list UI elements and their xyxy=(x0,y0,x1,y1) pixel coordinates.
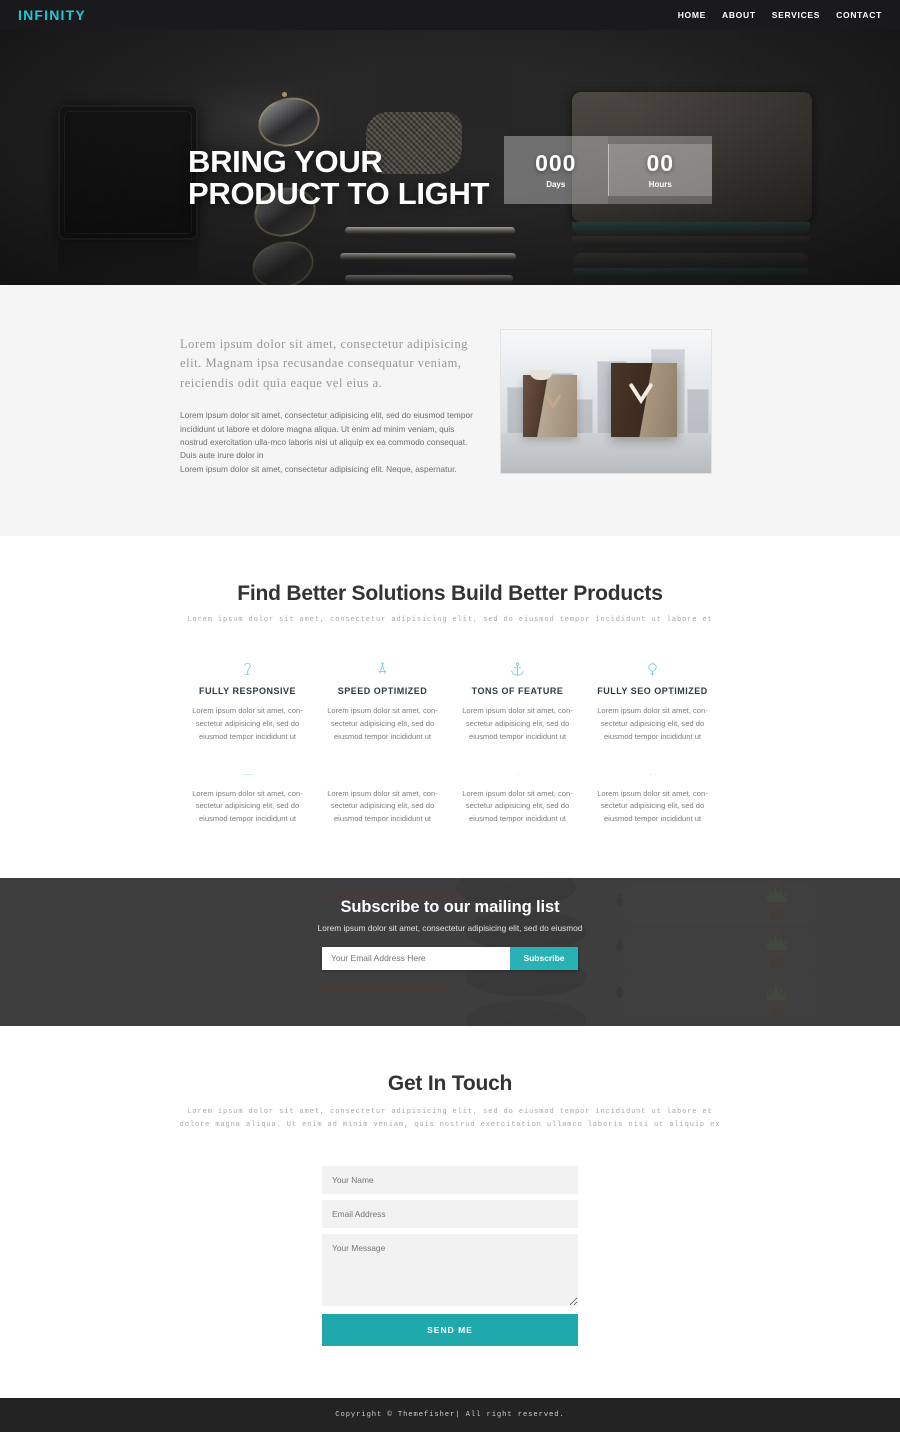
main-nav: HOME ABOUT SERVICES CONTACT xyxy=(678,10,882,20)
subscribe-form: Subscribe xyxy=(322,946,578,970)
countdown-days: 000 Days xyxy=(504,136,608,204)
hero-content: BRING YOUR PRODUCT TO LIGHT 000 Days 00 … xyxy=(0,0,900,285)
about-paragraph-1: Lorem ipsum dolor sit amet, consectetur … xyxy=(180,410,473,461)
about-image-column xyxy=(500,329,712,476)
contact-section: Get In Touch Lorem ipsum dolor sit amet,… xyxy=(0,1025,900,1399)
contact-title: Get In Touch xyxy=(387,1071,513,1095)
anchor-icon xyxy=(456,658,579,680)
subscribe-content: Subscribe to our mailing list Lorem ipsu… xyxy=(0,878,900,970)
nav-item-about[interactable]: ABOUT xyxy=(722,10,756,20)
feature-card-row2-4[interactable]: Lorem ipsum dolor sit amet, con-sectetur… xyxy=(585,770,720,826)
feature-card-fully-seo-optimized[interactable]: FULLY SEO OPTIMIZED Lorem ipsum dolor si… xyxy=(585,658,720,743)
about-wrapper: Lorem ipsum dolor sit amet, consectetur … xyxy=(180,329,720,476)
feature-card-row2-1[interactable]: Lorem ipsum dolor sit amet, con-sectetur… xyxy=(180,770,315,826)
partial-icon-1 xyxy=(186,770,309,780)
compass-tool-icon xyxy=(321,658,444,680)
partial-icon-3 xyxy=(456,770,579,780)
feature-card-speed-optimized[interactable]: SPEED OPTIMIZED Lorem ipsum dolor sit am… xyxy=(315,658,450,743)
feature-text: Lorem ipsum dolor sit amet, con-sectetur… xyxy=(462,788,573,824)
feature-text: Lorem ipsum dolor sit amet, con-sectetur… xyxy=(192,788,303,824)
features-subtitle: Lorem ipsum dolor sit amet, consectetur … xyxy=(187,616,713,625)
image-wood-box-right xyxy=(611,363,677,437)
about-text-column: Lorem ipsum dolor sit amet, consectetur … xyxy=(180,329,480,476)
countdown-hours-value: 00 xyxy=(646,149,675,176)
subscribe-button[interactable]: Subscribe xyxy=(510,946,578,970)
contact-email-input[interactable] xyxy=(322,1200,578,1229)
contact-name-input[interactable] xyxy=(322,1166,578,1195)
feature-text: Lorem ipsum dolor sit amet, con-sectetur… xyxy=(327,788,438,824)
countdown-hours-label: Hours xyxy=(648,179,672,189)
features-grid: FULLY RESPONSIVE Lorem ipsum dolor sit a… xyxy=(180,658,720,826)
hero-title-line-1: BRING YOUR xyxy=(188,144,383,179)
about-body-text: Lorem ipsum dolor sit amet, consectetur … xyxy=(180,409,480,476)
feature-text: Lorem ipsum dolor sit amet, con-sectetur… xyxy=(597,788,708,824)
feature-card-fully-responsive[interactable]: FULLY RESPONSIVE Lorem ipsum dolor sit a… xyxy=(180,658,315,743)
nav-item-services[interactable]: SERVICES xyxy=(772,10,820,20)
subscribe-section: Subscribe to our mailing list Lorem ipsu… xyxy=(0,877,900,1026)
partial-icon-2 xyxy=(321,770,444,780)
magnifier-icon xyxy=(591,658,714,680)
countdown-days-value: 000 xyxy=(535,149,577,176)
countdown-timer: 000 Days 00 Hours xyxy=(504,136,712,204)
chevron-mark-icon xyxy=(627,381,655,407)
contact-form: SEND ME xyxy=(322,1166,578,1347)
copyright-text: Copyright © Themefisher| All right reser… xyxy=(335,1411,565,1420)
hero-title-line-2: PRODUCT TO LIGHT xyxy=(188,176,490,212)
hero-title: BRING YOUR PRODUCT TO LIGHT xyxy=(188,144,490,212)
contact-message-textarea[interactable] xyxy=(322,1234,578,1307)
about-paragraph-2: Lorem ipsum dolor sit amet, consectetur … xyxy=(180,463,457,474)
contact-subtitle: Lorem ipsum dolor sit amet, consectetur … xyxy=(179,1107,721,1130)
feature-title: FULLY SEO OPTIMIZED xyxy=(597,686,708,697)
image-table-surface xyxy=(501,433,711,473)
features-title: Find Better Solutions Build Better Produ… xyxy=(237,582,663,606)
countdown-days-label: Days xyxy=(546,179,566,189)
landing-page: INFINITY HOME ABOUT SERVICES CONTACT BRI… xyxy=(0,0,900,1432)
partial-icon-4 xyxy=(591,770,714,780)
nav-item-home[interactable]: HOME xyxy=(678,10,706,20)
chevron-mark-icon xyxy=(544,393,562,411)
about-product-image xyxy=(500,329,712,474)
countdown-hours: 00 Hours xyxy=(607,144,712,196)
subscribe-title: Subscribe to our mailing list xyxy=(340,897,560,916)
about-section: Lorem ipsum dolor sit amet, consectetur … xyxy=(0,285,900,537)
feature-card-row2-3[interactable]: Lorem ipsum dolor sit amet, con-sectetur… xyxy=(450,770,585,826)
feature-card-tons-of-feature[interactable]: TONS OF FEATURE Lorem ipsum dolor sit am… xyxy=(450,658,585,743)
feature-title: FULLY RESPONSIVE xyxy=(198,686,297,697)
pen-nib-icon xyxy=(186,658,309,680)
subscribe-email-input[interactable] xyxy=(322,946,510,970)
feature-text: Lorem ipsum dolor sit amet, con-sectetur… xyxy=(597,706,708,741)
contact-submit-button[interactable]: SEND ME xyxy=(322,1314,578,1347)
feature-text: Lorem ipsum dolor sit amet, con-sectetur… xyxy=(192,706,303,741)
site-footer: Copyright © Themefisher| All right reser… xyxy=(0,1398,900,1432)
hero-section: INFINITY HOME ABOUT SERVICES CONTACT BRI… xyxy=(0,0,900,285)
feature-text: Lorem ipsum dolor sit amet, con-sectetur… xyxy=(327,706,438,741)
subscribe-subtitle: Lorem ipsum dolor sit amet, consectetur … xyxy=(317,922,583,933)
feature-title: SPEED OPTIMIZED xyxy=(337,686,428,697)
image-wood-box-left xyxy=(523,370,577,437)
site-logo[interactable]: INFINITY xyxy=(18,7,86,23)
about-lead-text: Lorem ipsum dolor sit amet, consectetur … xyxy=(180,337,469,390)
nav-item-contact[interactable]: CONTACT xyxy=(836,10,882,20)
feature-text: Lorem ipsum dolor sit amet, con-sectetur… xyxy=(462,706,573,741)
feature-card-row2-2[interactable]: Lorem ipsum dolor sit amet, con-sectetur… xyxy=(315,770,450,826)
feature-title: TONS OF FEATURE xyxy=(471,686,564,697)
top-navigation-bar: INFINITY HOME ABOUT SERVICES CONTACT xyxy=(0,0,900,30)
features-section: Find Better Solutions Build Better Produ… xyxy=(0,536,900,878)
